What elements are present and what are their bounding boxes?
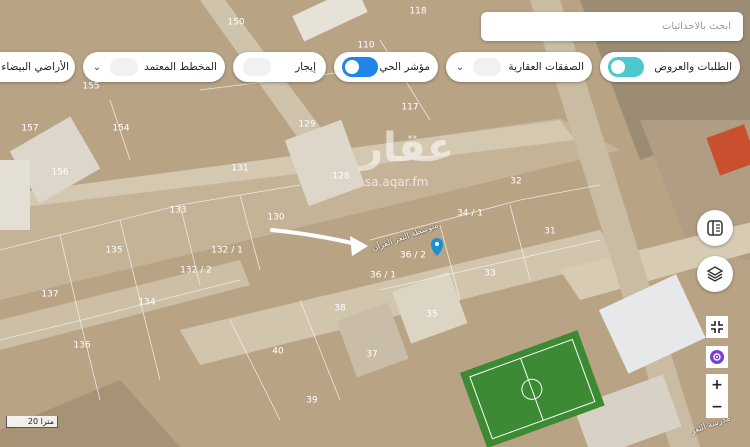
parcel-number-label[interactable]: 133 xyxy=(169,206,186,216)
filter-neighborhood-index[interactable]: مؤشر الحي xyxy=(334,52,438,82)
parcel-number-label[interactable]: 36 / 2 xyxy=(400,251,426,261)
filter-white-lands[interactable]: الأراضي البيضاء xyxy=(0,52,75,82)
list-view-icon xyxy=(707,220,723,236)
parcel-number-label[interactable]: 31 xyxy=(544,227,555,237)
parcel-number-label[interactable]: 132 / 2 xyxy=(180,266,212,276)
parcel-number-label[interactable]: 136 xyxy=(73,341,90,351)
parcel-number-label[interactable]: 37 xyxy=(366,350,377,360)
parcel-number-label[interactable]: 131 xyxy=(231,164,248,174)
filter-label: الأراضي البيضاء xyxy=(1,61,69,73)
parcel-number-label[interactable]: 33 xyxy=(484,269,495,279)
filter-rent[interactable]: إيجار xyxy=(233,52,326,82)
parcel-number-label[interactable]: 154 xyxy=(112,124,129,134)
zoom-out-button[interactable]: − xyxy=(711,399,723,415)
filter-label: المخطط المعتمد xyxy=(144,61,217,73)
parcel-number-label[interactable]: 156 xyxy=(51,168,68,178)
parcel-number-label[interactable]: 32 xyxy=(510,177,521,187)
filter-requests-offers[interactable]: الطلبات والعروض xyxy=(600,52,740,82)
parcel-number-label[interactable]: 35 xyxy=(426,310,437,320)
toggle-rent[interactable] xyxy=(243,58,271,76)
deals-value xyxy=(473,58,502,76)
parcel-number-label[interactable]: 157 xyxy=(21,124,38,134)
filter-label: إيجار xyxy=(295,61,316,73)
fullscreen-collapse-icon xyxy=(711,321,723,333)
parcel-number-label[interactable]: 155 xyxy=(82,82,99,92)
locate-button[interactable] xyxy=(706,346,728,368)
filter-approved-plan[interactable]: ⌄ المخطط المعتمد xyxy=(83,52,225,82)
layers-icon xyxy=(706,266,724,282)
parcel-number-label[interactable]: 132 / 1 xyxy=(211,246,243,256)
filter-real-estate-deals[interactable]: ⌄ الصفقات العقارية xyxy=(446,52,592,82)
map-scale: 20 مترا xyxy=(6,416,58,428)
chevron-down-icon: ⌄ xyxy=(455,61,465,73)
filter-label: الصفقات العقارية xyxy=(508,61,584,73)
parcel-number-label[interactable]: 110 xyxy=(357,41,374,51)
parcel-number-label[interactable]: 129 xyxy=(298,120,315,130)
parcel-number-label[interactable]: 135 xyxy=(105,246,122,256)
parcel-number-label[interactable]: 34 / 1 xyxy=(457,209,483,219)
plan-value xyxy=(109,58,138,76)
locate-icon xyxy=(710,350,724,364)
toggle-neighborhood-index[interactable] xyxy=(342,57,378,77)
parcel-number-label[interactable]: 38 xyxy=(334,304,346,314)
parcel-number-label[interactable]: 118 xyxy=(409,7,426,17)
search-input[interactable] xyxy=(481,12,743,41)
fullscreen-button[interactable] xyxy=(706,316,728,338)
filter-label: الطلبات والعروض xyxy=(654,61,732,73)
toggle-requests-offers[interactable] xyxy=(608,57,644,77)
parcel-number-label[interactable]: 128 xyxy=(332,172,349,182)
search-box[interactable] xyxy=(481,12,743,41)
watermark-url: sa.aqar.fm xyxy=(365,175,429,189)
filter-label: مؤشر الحي xyxy=(379,61,430,73)
zoom-in-button[interactable]: + xyxy=(711,377,723,393)
watermark-logo: عقار xyxy=(360,125,455,171)
zoom-controls: + − xyxy=(706,374,728,418)
parcel-number-label[interactable]: 39 xyxy=(306,396,318,406)
parcel-number-label[interactable]: 130 xyxy=(267,213,284,223)
parcel-number-label[interactable]: 150 xyxy=(227,18,244,28)
layers-button[interactable] xyxy=(697,256,733,292)
list-view-button[interactable] xyxy=(697,210,733,246)
parcel-number-label[interactable]: 40 xyxy=(272,347,284,357)
parcel-number-label[interactable]: 134 xyxy=(138,298,155,308)
parcel-number-label[interactable]: 36 / 1 xyxy=(370,271,396,281)
parcel-number-label[interactable]: 137 xyxy=(41,290,58,300)
parcel-number-label[interactable]: 117 xyxy=(401,103,418,113)
chevron-down-icon: ⌄ xyxy=(92,61,102,73)
